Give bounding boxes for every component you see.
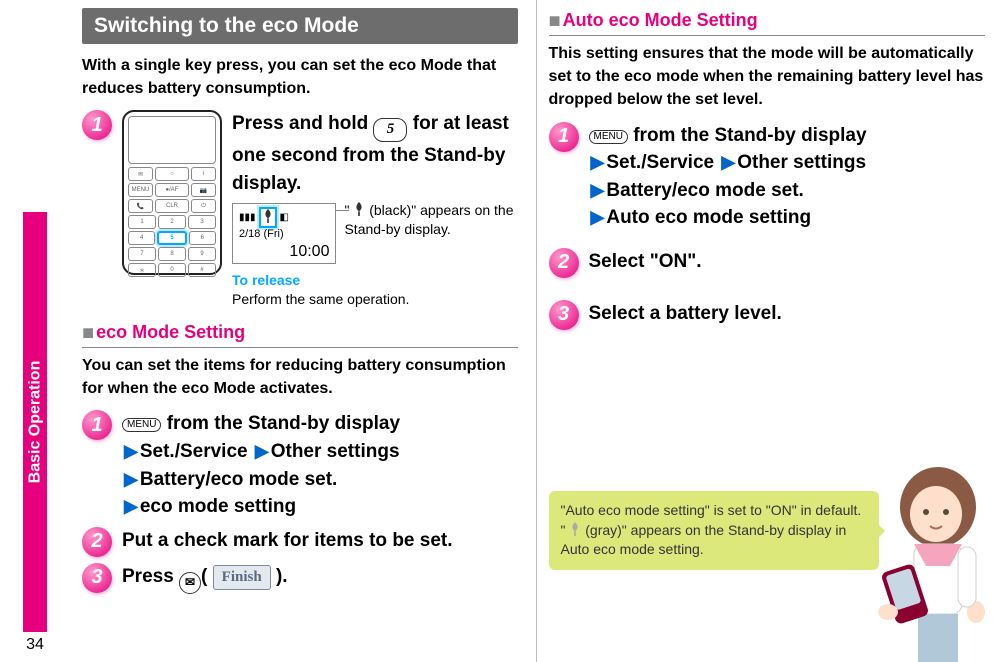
arrow-icon: ▶ [591, 152, 605, 172]
step-badge-2: 2 [549, 248, 579, 278]
step-badge-1: 1 [82, 110, 112, 140]
standby-status-illustration: ▮▮▮ ◧ 2/18 (Fri) 10:00 [232, 203, 336, 263]
section-intro: With a single key press, you can set the… [82, 54, 518, 100]
step-badge-1: 1 [82, 410, 112, 440]
section-title: Switching to the eco Mode [82, 8, 518, 44]
menu-button-icon: MENU [122, 418, 161, 432]
step-badge-3: 3 [82, 563, 112, 593]
section-label: Basic Operation [26, 361, 44, 484]
eco-setting-step2: Put a check mark for items to be set. [122, 527, 518, 555]
finish-softkey: Finish [213, 565, 271, 591]
arrow-icon: ▶ [591, 207, 605, 227]
eco-setting-step1: MENU from the Stand-by display ▶Set./Ser… [122, 410, 518, 520]
assistant-illustration [858, 452, 1003, 662]
subheading-eco-mode-setting: ■eco Mode Setting [82, 322, 518, 348]
step-badge-1: 1 [549, 122, 579, 152]
square-bullet-icon: ■ [549, 10, 561, 32]
arrow-icon: ▶ [124, 441, 138, 461]
eco-leaf-gray-icon [569, 522, 581, 536]
arrow-icon: ▶ [591, 180, 605, 200]
auto-eco-step3: Select a battery level. [589, 300, 986, 328]
key-5-icon: 5 [373, 118, 407, 142]
tip-callout: "Auto eco mode setting" is set to "ON" i… [549, 491, 879, 570]
auto-eco-step2: Select "ON". [589, 248, 986, 276]
arrow-icon: ▶ [255, 441, 269, 461]
eco-mode-setting-desc: You can set the items for reducing batte… [82, 354, 518, 400]
page-spine: Basic Operation 34 [0, 0, 70, 662]
auto-eco-step1: MENU from the Stand-by display ▶Set./Ser… [589, 122, 986, 232]
arrow-icon: ▶ [721, 152, 735, 172]
eco-leaf-black-icon [353, 202, 365, 216]
status-annotation: " (black)" appears on the Stand-by displ… [344, 201, 517, 237]
step-badge-3: 3 [549, 300, 579, 330]
subheading-auto-eco: ■Auto eco Mode Setting [549, 10, 986, 36]
arrow-icon: ▶ [124, 496, 138, 516]
auto-eco-desc: This setting ensures that the mode will … [549, 42, 986, 112]
to-release-text: Perform the same operation. [232, 290, 518, 308]
status-time: 10:00 [239, 242, 329, 261]
arrow-icon: ▶ [124, 469, 138, 489]
menu-button-icon: MENU [589, 130, 628, 144]
eco-setting-step3: Press ✉( Finish ). [122, 563, 518, 594]
step1-text-a: Press and hold [232, 113, 373, 134]
phone-illustration: ✉○i MENU●/AF📷 📞CLR⏻ 123 456 789 ＊0# [122, 110, 222, 275]
page-number: 34 [26, 632, 44, 662]
step-badge-2: 2 [82, 527, 112, 557]
section-tab: Basic Operation [23, 212, 47, 632]
square-bullet-icon: ■ [82, 322, 94, 344]
step1-instruction: Press and hold 5 for at least one second… [232, 110, 518, 197]
mail-button-icon: ✉ [179, 572, 201, 594]
status-date: 2/18 (Fri) [239, 228, 329, 241]
to-release-label: To release [232, 272, 518, 288]
